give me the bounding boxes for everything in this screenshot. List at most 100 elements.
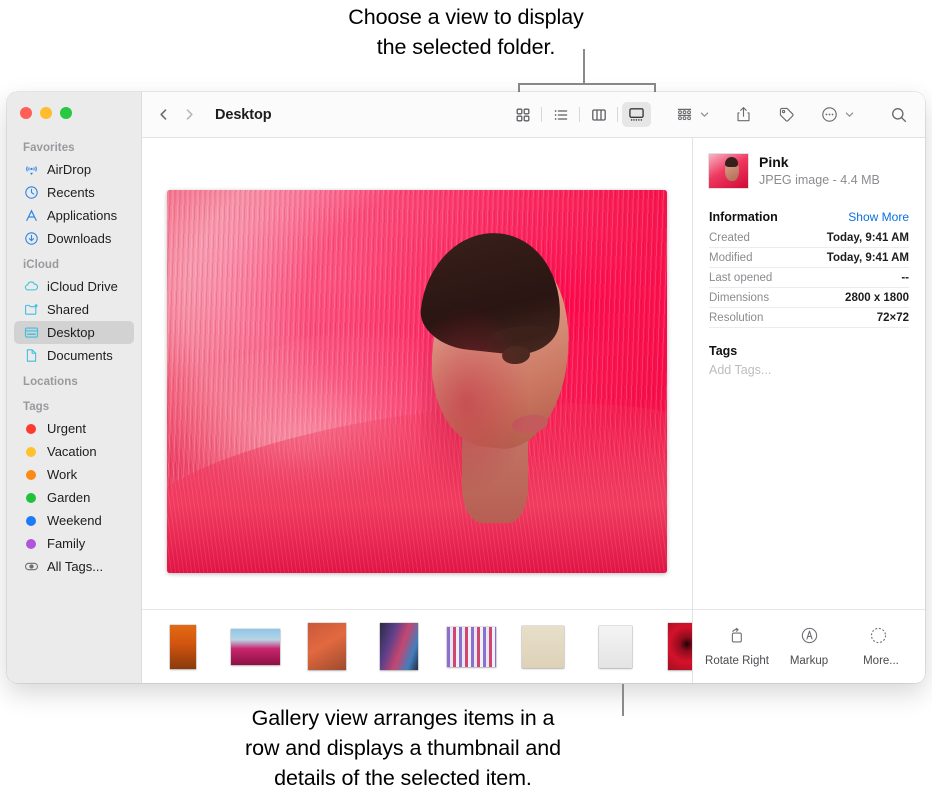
filmstrip-item-poster-blue-figure[interactable] — [512, 616, 574, 678]
sidebar-item-documents[interactable]: Documents — [14, 344, 134, 367]
information-title: Information — [709, 210, 778, 224]
sidebar-item-recents[interactable]: Recents — [14, 181, 134, 204]
add-tags-field[interactable]: Add Tags... — [709, 363, 909, 377]
shared-folder-icon — [23, 302, 39, 318]
more-chevron-down-icon[interactable] — [844, 109, 855, 120]
filmstrip-thumbnail — [230, 628, 280, 665]
preview-image-pink[interactable] — [167, 190, 667, 573]
callout-top-line2: the selected folder. — [376, 35, 556, 59]
view-switcher — [508, 102, 651, 127]
file-header: Pink JPEG image - 4.4 MB — [709, 154, 909, 188]
sidebar-item-desktop[interactable]: Desktop — [14, 321, 134, 344]
file-name: Pink — [759, 154, 789, 170]
close-button[interactable] — [20, 107, 32, 119]
download-icon — [23, 231, 39, 247]
filmstrip-item-rainbow-portrait[interactable] — [368, 616, 430, 678]
view-switcher-divider-1 — [541, 107, 542, 122]
show-more-link[interactable]: Show More — [848, 210, 909, 224]
more-ellipsis-icon — [869, 626, 892, 650]
sidebar-item-label: Downloads — [47, 231, 112, 246]
group-by-icon[interactable] — [673, 102, 696, 128]
filmstrip-thumbnail — [380, 623, 418, 670]
preview-stage — [142, 138, 692, 609]
sidebar-item-downloads[interactable]: Downloads — [14, 227, 134, 250]
back-icon[interactable] — [150, 102, 176, 128]
callout-bottom-text: Gallery view arranges items in a row and… — [0, 703, 806, 793]
content-area: Pink JPEG image - 4.4 MB Information Sho… — [142, 138, 925, 683]
tag-dot-icon — [23, 421, 39, 437]
column-view-button[interactable] — [584, 102, 613, 127]
callout-top-text: Choose a view to display the selected fo… — [0, 2, 932, 62]
sidebar-item-label: Urgent — [47, 421, 87, 436]
filmstrip-item-red-dahlia[interactable] — [656, 616, 692, 678]
minimize-button[interactable] — [40, 107, 52, 119]
zoom-button[interactable] — [60, 107, 72, 119]
info-panel: Pink JPEG image - 4.4 MB Information Sho… — [693, 138, 925, 683]
filmstrip-item-striped-hall[interactable] — [440, 616, 502, 678]
more-icon[interactable] — [818, 102, 841, 128]
sidebar-item-label: Work — [47, 467, 78, 482]
filmstrip-thumbnail — [668, 623, 692, 670]
sidebar-item-label: Desktop — [47, 325, 95, 340]
info-row-key: Last opened — [709, 272, 773, 284]
sidebar-item-weekend[interactable]: Weekend — [14, 509, 134, 532]
rotate-right-button[interactable]: Rotate Right — [704, 626, 770, 667]
markup-button[interactable]: Markup — [776, 626, 842, 667]
sidebar-item-icloud-drive[interactable]: iCloud Drive — [14, 275, 134, 298]
info-row-value: -- — [901, 272, 909, 284]
tag-dot-icon — [23, 467, 39, 483]
sidebar-item-airdrop[interactable]: AirDrop — [14, 158, 134, 181]
airdrop-icon — [23, 162, 39, 178]
filmstrip-thumbnail — [170, 624, 196, 669]
info-row: Last opened -- — [709, 268, 909, 288]
tag-icon[interactable] — [775, 102, 798, 128]
sidebar-item-garden[interactable]: Garden — [14, 486, 134, 509]
sidebar-item-urgent[interactable]: Urgent — [14, 417, 134, 440]
preview-image-portrait — [416, 226, 585, 535]
filmstrip-item-oranges[interactable] — [152, 616, 214, 678]
filmstrip-thumbnail — [308, 623, 346, 670]
sidebar-item-shared[interactable]: Shared — [14, 298, 134, 321]
search-icon[interactable] — [887, 102, 911, 128]
finder-window: Favorites AirDrop Recents Applications Downl… — [7, 92, 925, 683]
markup-icon — [800, 626, 819, 650]
icon-view-button[interactable] — [508, 102, 537, 127]
more-label: More... — [863, 655, 899, 667]
filmstrip-thumbnail — [522, 625, 564, 668]
file-thumbnail — [709, 154, 748, 188]
tag-dot-icon — [23, 490, 39, 506]
info-row: Modified Today, 9:41 AM — [709, 248, 909, 268]
sidebar-item-applications[interactable]: Applications — [14, 204, 134, 227]
sidebar-item-label: Applications — [47, 208, 118, 223]
tag-dot-icon — [23, 513, 39, 529]
info-row-value: Today, 9:41 AM — [826, 232, 909, 244]
sidebar-item-vacation[interactable]: Vacation — [14, 440, 134, 463]
view-switcher-divider-2 — [579, 107, 580, 122]
filmstrip-item-document-page[interactable] — [584, 616, 646, 678]
sidebar-item-family[interactable]: Family — [14, 532, 134, 555]
list-view-button[interactable] — [546, 102, 575, 127]
callout-top-leader-bar — [518, 83, 656, 85]
filmstrip-item-orange-hands[interactable] — [296, 616, 358, 678]
gallery-view-button[interactable] — [622, 102, 651, 127]
filmstrip-item-pink-flowers[interactable] — [224, 616, 286, 678]
share-icon[interactable] — [732, 102, 755, 128]
callout-top-leader-stem — [583, 49, 585, 84]
file-meta: JPEG image - 4.4 MB — [759, 173, 880, 187]
filmstrip-thumbnail — [598, 625, 632, 668]
information-section-header: Information Show More — [709, 210, 909, 224]
sidebar-item-work[interactable]: Work — [14, 463, 134, 486]
sidebar-item-label: AirDrop — [47, 162, 92, 177]
info-panel-body: Pink JPEG image - 4.4 MB Information Sho… — [693, 138, 925, 609]
info-row: Dimensions 2800 x 1800 — [709, 288, 909, 308]
sidebar-section-header-favorites: Favorites — [23, 142, 75, 154]
tag-dot-icon — [23, 536, 39, 552]
forward-icon[interactable] — [176, 102, 202, 128]
group-by-chevron-down-icon[interactable] — [699, 109, 710, 120]
tag-color-dot — [26, 515, 36, 526]
sidebar-item-all-tags[interactable]: All Tags... — [14, 555, 134, 578]
window-traffic-lights — [20, 107, 72, 119]
more-button[interactable]: More... — [848, 626, 914, 667]
filmstrip[interactable] — [142, 609, 692, 683]
sidebar-section-header-tags: Tags — [23, 401, 50, 413]
